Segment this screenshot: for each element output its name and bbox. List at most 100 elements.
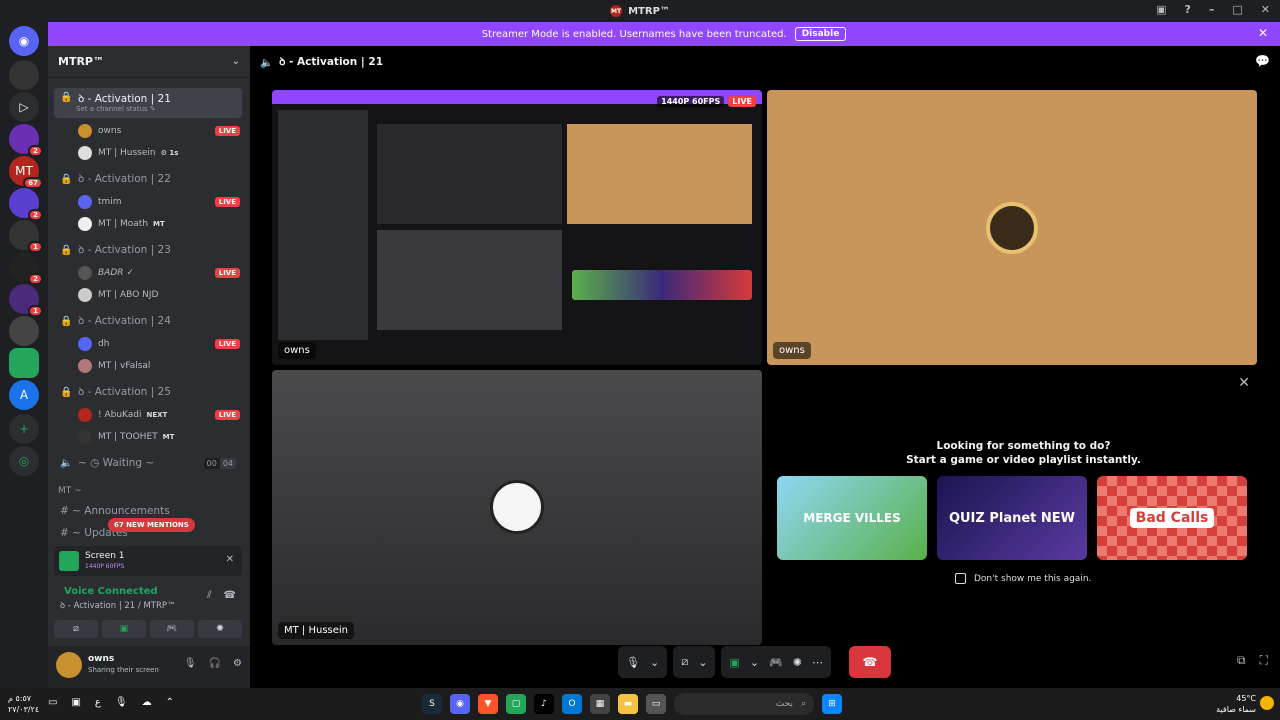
home-discord-icon[interactable]: ◉ xyxy=(9,26,39,56)
channel-activation-24[interactable]: 🔒 ꝺ - Activation | 24 xyxy=(54,310,242,332)
start-icon[interactable]: ⊞ xyxy=(822,694,842,714)
channel-activation-23[interactable]: 🔒 ꝺ - Activation | 23 xyxy=(54,239,242,261)
voice-user[interactable]: MT | Moath MT xyxy=(78,214,240,234)
microphone-icon[interactable]: 🎙 xyxy=(626,656,640,669)
brave-icon[interactable]: ▼ xyxy=(478,694,498,714)
maximize-button[interactable]: □ xyxy=(1232,3,1242,16)
server-icon-6[interactable]: 1 xyxy=(9,220,43,253)
display-icon[interactable]: ▣ xyxy=(71,697,80,708)
close-window-button[interactable]: ✕ xyxy=(1261,3,1270,16)
server-icon-a[interactable]: A xyxy=(9,380,39,410)
guild-header[interactable]: MTRP™ ⌄ xyxy=(48,46,250,78)
add-server-icon[interactable]: + xyxy=(9,414,39,444)
chevron-up-icon[interactable]: ⌃ xyxy=(166,697,174,708)
outlook-icon[interactable]: O xyxy=(562,694,582,714)
voice-user[interactable]: owns LIVE xyxy=(78,121,240,141)
soundboard-icon[interactable]: ✺ xyxy=(793,656,802,669)
close-banner-icon[interactable]: ✕ xyxy=(1258,26,1268,40)
voice-user[interactable]: MT | vFalsal xyxy=(78,356,240,376)
voice-user[interactable]: ! AbuKadi NEXT LIVE xyxy=(78,405,240,425)
gear-icon[interactable]: ⚙ xyxy=(233,658,242,669)
store-icon[interactable]: ▦ xyxy=(590,694,610,714)
server-icon-1[interactable] xyxy=(9,60,39,90)
camera-button[interactable]: ⧄ xyxy=(54,620,98,638)
server-icon-5[interactable]: 2 xyxy=(9,188,43,221)
chevron-down-icon[interactable]: ⌄ xyxy=(750,656,759,669)
noise-suppression-icon[interactable]: ⫽ xyxy=(207,590,211,601)
microphone-icon[interactable]: 🎙 xyxy=(184,658,197,669)
cloud-icon[interactable]: ☁ xyxy=(142,697,152,708)
activity-card-quiz-planet[interactable]: QUIZ Planet NEW xyxy=(937,476,1087,560)
category-mt[interactable]: MT ~ xyxy=(58,486,82,496)
discord-icon[interactable]: ◉ xyxy=(450,694,470,714)
channel-status-hint[interactable]: Set a channel status ✎ xyxy=(76,105,156,113)
voice-connected-label[interactable]: Voice Connected xyxy=(64,586,158,597)
disconnect-icon[interactable]: ☎ xyxy=(224,590,236,601)
voice-user[interactable]: BADR ✓ LIVE xyxy=(78,263,240,283)
voice-user[interactable]: MT | TOOHET MT xyxy=(78,427,240,447)
channel-waiting[interactable]: 🔈 ~ ◷ Waiting ~ 00 04 xyxy=(54,452,242,474)
voice-channel-path[interactable]: ꝺ - Activation | 21 / MTRP™ xyxy=(60,600,176,611)
voice-user[interactable]: tmim LIVE xyxy=(78,192,240,212)
steam-icon[interactable]: S xyxy=(422,694,442,714)
server-icon-9[interactable] xyxy=(9,316,39,346)
explore-servers-icon[interactable]: ◎ xyxy=(9,446,39,476)
stream-tile[interactable]: 1440P 60FPS LIVE owns xyxy=(272,90,762,365)
camera-control[interactable]: ⧄ ⌄ xyxy=(673,646,716,678)
server-icon-3[interactable]: 2 xyxy=(9,124,43,157)
activity-card-bad-calls[interactable]: Bad Calls xyxy=(1097,476,1247,560)
channel-activation-21[interactable]: 🔒 ꝺ - Activation | 21 Set a channel stat… xyxy=(54,88,242,118)
voice-user[interactable]: MT | Hussein ⚙ 1s xyxy=(78,143,240,163)
mic-control[interactable]: 🎙 ⌄ xyxy=(618,646,668,678)
hussein-tile[interactable]: MT | Hussein xyxy=(272,370,762,645)
microphone-icon[interactable]: 🎙 xyxy=(115,697,128,708)
camera-off-icon[interactable]: ⧄ xyxy=(681,655,688,669)
checkbox-box[interactable] xyxy=(955,573,966,584)
voice-user[interactable]: MT | ABO NJD xyxy=(78,285,240,305)
chevron-down-icon[interactable]: ⌄ xyxy=(698,656,707,669)
app-icon[interactable]: ▭ xyxy=(646,694,666,714)
channel-activation-25[interactable]: 🔒 ꝺ - Activation | 25 xyxy=(54,381,242,403)
disconnect-button[interactable]: ☎ xyxy=(848,646,891,678)
headphones-icon[interactable]: 🎧 xyxy=(209,658,221,669)
file-explorer-icon[interactable]: ▬ xyxy=(618,694,638,714)
search-box[interactable]: بحث ⌕ xyxy=(674,693,814,715)
chat-icon[interactable]: 💬 xyxy=(1255,54,1270,68)
app-icon[interactable]: ▢ xyxy=(506,694,526,714)
server-icon-10[interactable] xyxy=(9,348,39,378)
soundboard-button[interactable]: ✺ xyxy=(198,620,242,638)
chevron-down-icon[interactable]: ⌄ xyxy=(650,656,659,669)
channel-activation-22[interactable]: 🔒 ꝺ - Activation | 22 xyxy=(54,168,242,190)
inbox-icon[interactable]: ▣ xyxy=(1156,3,1166,16)
tiktok-icon[interactable]: ♪ xyxy=(534,694,554,714)
user-name[interactable]: owns xyxy=(88,654,114,664)
activities-icon[interactable]: 🎮 xyxy=(769,656,783,669)
clock[interactable]: ٥:٥٧ م ٢٧/٠٣/٢٤ xyxy=(8,693,39,715)
language-icon[interactable]: ع xyxy=(95,697,101,708)
camera-tile[interactable]: owns xyxy=(767,90,1257,365)
share-screen-button[interactable]: ▣ xyxy=(102,620,146,638)
server-icon-2[interactable]: ▷ xyxy=(9,92,39,122)
new-mentions-pill[interactable]: 67 NEW MENTIONS xyxy=(108,518,195,532)
server-icon-mt[interactable]: MT 67 xyxy=(9,156,43,189)
close-icon[interactable]: ✕ xyxy=(226,554,234,565)
activities-button[interactable]: 🎮 xyxy=(150,620,194,638)
activity-card-merge-villes[interactable]: MERGE VILLES xyxy=(777,476,927,560)
voice-user[interactable]: dh LIVE xyxy=(78,334,240,354)
more-icon[interactable]: ⋯ xyxy=(812,656,823,669)
server-icon-8[interactable]: 1 xyxy=(9,284,43,317)
close-icon[interactable]: ✕ xyxy=(1238,375,1250,391)
avatar[interactable] xyxy=(56,652,82,678)
share-screen-icon[interactable]: ▣ xyxy=(729,656,739,669)
dont-show-again-checkbox[interactable]: Don't show me this again. xyxy=(955,573,1091,584)
help-icon[interactable]: ? xyxy=(1184,3,1190,16)
minimize-button[interactable]: – xyxy=(1209,3,1215,16)
popout-icon[interactable]: ⧉ xyxy=(1237,653,1246,668)
screen-share-panel[interactable]: Screen 1 1440P 60FPS ✕ xyxy=(54,546,242,576)
notification-icon[interactable]: ▭ xyxy=(48,697,57,708)
share-control[interactable]: ▣ ⌄ 🎮 ✺ ⋯ xyxy=(721,646,831,678)
server-icon-7[interactable]: 2 xyxy=(9,252,43,285)
disable-streamer-mode-button[interactable]: Disable xyxy=(794,27,847,41)
fullscreen-icon[interactable]: ⛶ xyxy=(1260,653,1268,668)
weather-widget[interactable]: 45°C سماء صافية xyxy=(1216,693,1256,715)
